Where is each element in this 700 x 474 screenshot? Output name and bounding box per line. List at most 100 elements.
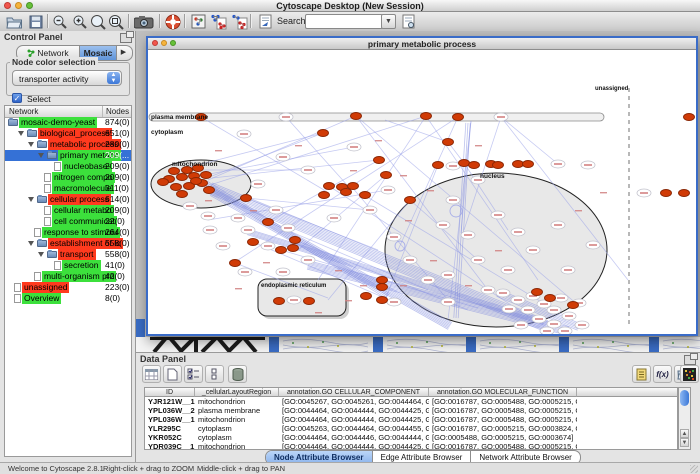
toolbar-separator	[47, 14, 49, 28]
tree-row[interactable]: secretion41(0)	[5, 260, 131, 271]
search-dropdown-arrow[interactable]: ▼	[381, 14, 396, 29]
folder-icon	[37, 240, 47, 247]
attribute-list-icon[interactable]	[632, 365, 651, 383]
network-leaf-icon	[44, 184, 51, 193]
status-welcome: Welcome to Cytoscape 2.8.1	[8, 464, 104, 473]
vizmapper-icon[interactable]	[255, 13, 275, 30]
tree-row[interactable]: macromolecule311(0)	[5, 183, 131, 194]
expand-arrow-icon[interactable]	[28, 241, 34, 246]
tree-row[interactable]: multi-organism pro42(0)	[5, 271, 131, 282]
table-cell: cytoplasm	[195, 424, 279, 433]
select-attributes-icon[interactable]	[184, 365, 203, 383]
zoom-in-icon[interactable]	[70, 13, 90, 30]
formula-icon[interactable]: f(x)	[653, 365, 672, 383]
annotation-icon[interactable]	[188, 13, 208, 30]
expand-arrow-icon[interactable]	[28, 142, 34, 147]
tree-row-node-count: 614(0)	[105, 194, 130, 205]
zoom-fit-icon[interactable]	[106, 13, 126, 30]
zoom-selected-icon[interactable]	[88, 13, 108, 30]
table-cell: [GO:0005488, GO:0005215, GO:0003674]	[429, 433, 577, 442]
attribute-table[interactable]: ID_cellularLayoutRegionannotation.GO CEL…	[144, 387, 678, 450]
tree-row[interactable]: Overview8(0)	[5, 293, 131, 304]
search-options-icon[interactable]	[398, 13, 418, 30]
unselect-attributes-icon[interactable]	[205, 365, 224, 383]
float-panel-icon[interactable]	[684, 355, 696, 365]
float-panel-icon[interactable]	[120, 33, 132, 43]
network-leaf-icon	[34, 272, 41, 281]
table-column-header[interactable]: annotation.GO MOLECULAR_FUNCTION	[429, 388, 577, 397]
expand-arrow-icon[interactable]	[38, 153, 44, 158]
new-attribute-icon[interactable]	[163, 365, 182, 383]
tree-row[interactable]: transport558(0)	[5, 249, 131, 260]
tree-row[interactable]: biological_process651(0)	[5, 128, 131, 139]
data-panel-title: Data Panel	[140, 354, 186, 364]
delete-attribute-icon[interactable]	[228, 365, 247, 383]
attribute-table-icon[interactable]	[142, 365, 161, 383]
matrix-icon[interactable]	[680, 365, 699, 383]
merge-networks-1-icon[interactable]	[208, 13, 228, 30]
tree-row[interactable]: response to stimulu264(0)	[5, 227, 131, 238]
node-color-dropdown[interactable]: transporter activity ▲▼	[12, 70, 122, 86]
toolbar-separator	[159, 14, 161, 28]
tree-row[interactable]: nitrogen compo209(0)	[5, 172, 131, 183]
table-cell: YPL036W__2	[145, 406, 195, 415]
table-column-header[interactable]: _cellularLayoutRegion	[195, 388, 279, 397]
zoom-out-icon[interactable]	[50, 13, 70, 30]
network-view-window[interactable]: primary metabolic process plasma membran…	[146, 36, 698, 336]
expand-arrow-icon[interactable]	[28, 197, 34, 202]
background-windows-strip	[136, 337, 700, 352]
table-cell: cytoplasm	[195, 433, 279, 442]
tree-row[interactable]: cell communicat22(0)	[5, 216, 131, 227]
unassigned-label: unassigned	[595, 86, 629, 92]
table-cell: [GO:0016787, GO:0005488, GO:0005215, G..…	[429, 415, 577, 424]
table-cell: mitochondrion	[195, 442, 279, 450]
tree-row[interactable]: cellular process614(0)	[5, 194, 131, 205]
tree-row[interactable]: mosaic-demo-yeast 874(0)	[5, 117, 131, 128]
tree-row-label: mosaic-demo-yeast	[19, 117, 97, 128]
scroll-down-icon[interactable]: ▼	[680, 438, 689, 447]
tree-row[interactable]: nucleobase-209(0)	[5, 161, 131, 172]
network-leaf-icon	[44, 206, 51, 215]
table-cell: mitochondrion	[195, 397, 279, 406]
resize-grip[interactable]	[690, 465, 698, 473]
data-panel-toolbar: f(x)	[136, 365, 700, 386]
network-window-titlebar[interactable]: primary metabolic process	[148, 38, 696, 50]
network-canvas[interactable]: plasma membranecytoplasmmitochondrionnuc…	[148, 50, 696, 334]
tree-row-node-count: 209(...	[105, 150, 129, 161]
open-session-icon[interactable]	[4, 13, 24, 30]
nucleus-label: nucleus	[480, 173, 505, 180]
tree-row[interactable]: establishment of lo558(0)	[5, 238, 131, 249]
folder-icon	[47, 251, 57, 258]
table-column-header[interactable]: ID	[145, 388, 195, 397]
network-tab-icon	[27, 49, 35, 57]
tree-header-network: Network	[9, 107, 38, 116]
table-header-filler	[577, 388, 678, 397]
expand-arrow-icon[interactable]	[18, 131, 24, 136]
merge-networks-2-icon[interactable]	[229, 13, 249, 30]
help-icon[interactable]	[163, 13, 183, 30]
tree-row-label: secretion	[62, 260, 101, 271]
tree-row-node-count: 558(0)	[105, 238, 130, 249]
plasma-membrane-region	[149, 113, 604, 121]
tree-row[interactable]: primary metabo209(...	[5, 150, 131, 161]
save-session-icon[interactable]	[26, 13, 46, 30]
expand-arrow-icon[interactable]	[38, 252, 44, 257]
plasma-membrane-label: plasma membrane	[151, 114, 208, 121]
tree-row[interactable]: unassigned223(0)	[5, 282, 131, 293]
tree-row-label: cellular process	[48, 194, 111, 205]
scrollbar-thumb[interactable]	[680, 390, 689, 406]
search-input[interactable]	[305, 14, 383, 29]
tree-row[interactable]: metabolic process280(0)	[5, 139, 131, 150]
scroll-up-icon[interactable]: ▲	[680, 429, 689, 438]
tab-overflow-arrow[interactable]: ▶	[117, 46, 130, 60]
table-cell: YPL036W__1	[145, 415, 195, 424]
table-column-header[interactable]: annotation.GO CELLULAR_COMPONENT	[279, 388, 429, 397]
table-scrollbar[interactable]: ▲ ▼	[678, 387, 691, 450]
tree-row[interactable]: cellular metabo209(0)	[5, 205, 131, 216]
tree-row-node-count: 223(0)	[105, 282, 130, 293]
snapshot-icon[interactable]	[132, 13, 156, 30]
tree-row-node-count: 874(0)	[105, 117, 130, 128]
select-nodes-checkbox[interactable]: ✓	[12, 93, 22, 103]
folder-icon	[27, 130, 37, 137]
toolbar-separator	[184, 14, 186, 28]
